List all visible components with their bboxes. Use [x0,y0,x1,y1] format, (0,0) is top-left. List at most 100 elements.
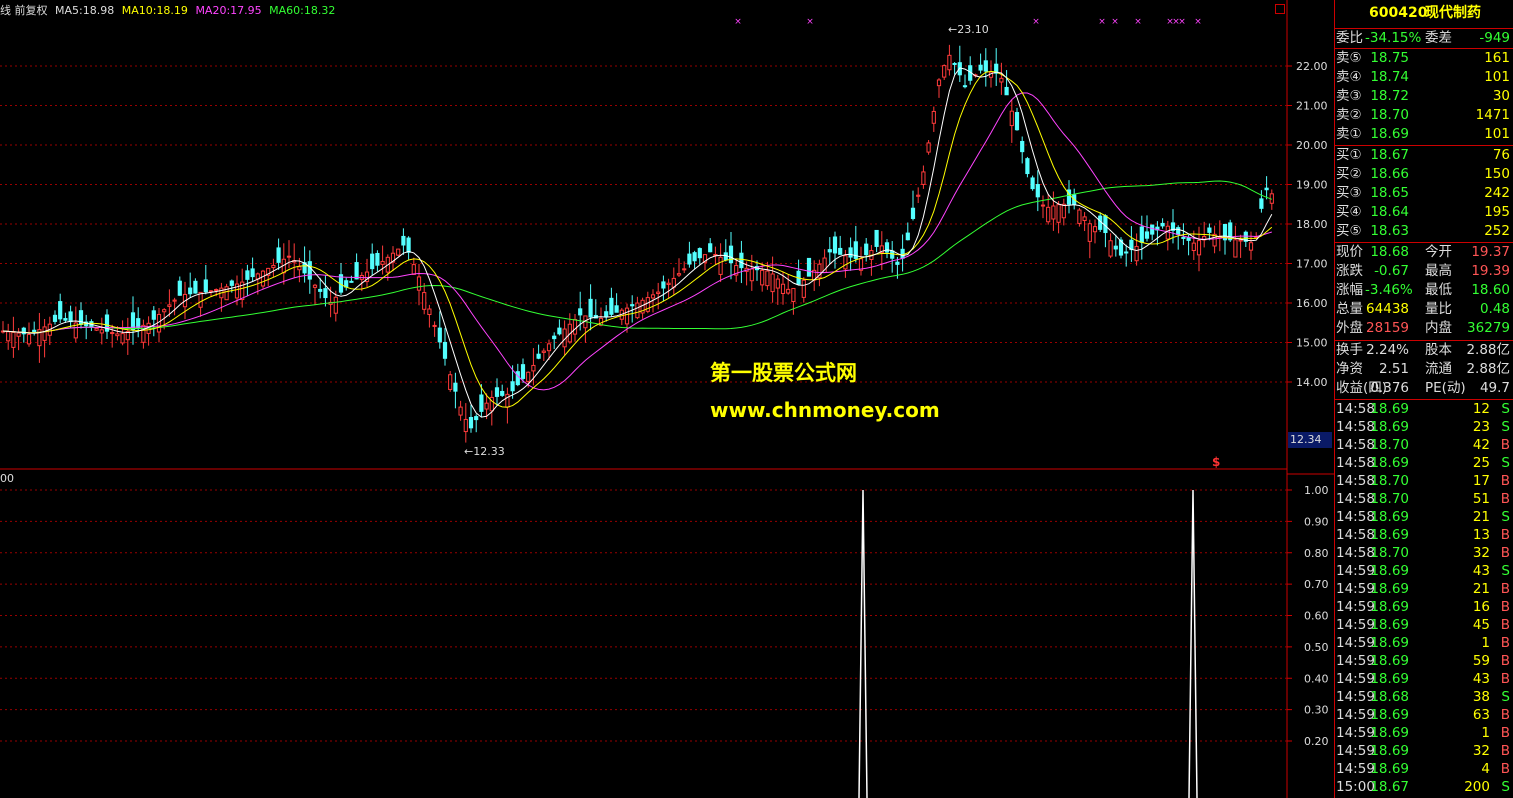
candle-down [406,237,411,253]
stat-label: 最高 [1425,263,1452,279]
candle-down [479,394,484,412]
candle-up [1108,240,1113,257]
candle-down [318,288,323,292]
signal-x-marker: × [1178,17,1186,27]
stats-row: 涨幅 -3.46% 最低 18.60 [1335,281,1513,300]
candle-down [375,252,380,266]
signal-x-marker: × [806,17,814,27]
bids-price: 18.67 [1370,147,1409,163]
tick-volume: 21 [1472,509,1490,525]
candle-down [58,301,63,320]
tick-row: 14:59 18.69 32 B [1335,742,1513,760]
candle-down [604,311,609,317]
asks-label: 卖② [1336,107,1362,123]
tick-volume: 1 [1481,635,1490,651]
stock-name: 现代制药 [1425,5,1481,21]
candle-down [905,232,910,241]
candle-up [411,264,416,275]
candle-up [214,289,219,292]
bids-label: 买④ [1336,204,1362,220]
weibi-value: -34.15% [1365,30,1422,46]
tick-side: B [1500,581,1510,597]
maximize-icon[interactable] [1275,4,1285,14]
tick-price: 18.69 [1370,455,1409,471]
tick-row: 14:58 18.69 25 S [1335,454,1513,472]
tick-price: 18.69 [1370,527,1409,543]
tick-side: S [1501,779,1510,795]
indicator-tick-label: 0.20 [1304,735,1329,748]
indicator-tick-label: 0.80 [1304,547,1329,560]
candle-up [172,299,177,302]
candle-down [962,85,968,88]
asks-volume: 161 [1484,50,1510,66]
candle-up [110,332,115,335]
tick-volume: 43 [1472,671,1490,687]
weibi-row: 委比 -34.15% 委差 -949 [1335,29,1513,48]
tick-side: S [1501,509,1510,525]
candle-down [557,327,562,335]
candle-down [510,381,515,392]
candle-down [588,298,593,318]
kline-chart-svg[interactable]: 22.00 21.00 20.00 19.00 18.00 17.00 16.00 15.00… [0,0,1334,798]
asks-price: 18.74 [1370,69,1409,85]
watermark-url: www.chnmoney.com [710,398,940,422]
tick-volume: 63 [1472,707,1490,723]
candle-down [401,235,406,246]
candle-up [947,54,952,71]
candle-down [630,304,635,307]
candle-up [120,333,125,344]
indicator-tick-label: 0.60 [1304,610,1329,623]
weicha-label: 委差 [1425,30,1452,46]
candle-down [188,287,193,295]
bids-volume: 195 [1484,204,1510,220]
tick-row: 14:59 18.69 21 B [1335,580,1513,598]
last-price-tag: 12.34 [1288,432,1332,448]
indicator-spike [1188,489,1198,798]
kline-chart-area[interactable]: 22.00 21.00 20.00 19.00 18.00 17.00 16.00 15.00… [0,0,1334,798]
asks-row: 卖③ 18.72 30 [1335,87,1513,106]
price-tick-label: 16.00 [1296,297,1328,310]
candle-up [396,248,401,256]
candle-down [370,253,375,270]
candle-up [427,308,432,316]
candle-up [1248,242,1254,251]
candle-up [380,260,385,265]
tick-price: 18.70 [1370,491,1409,507]
candle-up [999,77,1004,83]
candle-up [801,279,806,298]
candle-down [52,314,58,322]
indicator-tick-label: 1.00 [1304,484,1329,497]
tick-price: 18.68 [1370,689,1409,705]
candle-down [203,279,208,293]
asks-price: 18.70 [1370,107,1409,123]
asks-price: 18.75 [1370,50,1409,66]
legend-ma5: MA5:18.98 [55,4,115,17]
candle-down [474,416,479,421]
price-tick-label: 18.00 [1296,218,1328,231]
candle-down [827,249,832,253]
candle-up [42,326,47,341]
candle-down [1113,245,1118,250]
candle-up [1051,205,1056,220]
candle-up [656,291,661,295]
candle-down [177,280,182,296]
candle-down [32,329,37,333]
bids-row: 买④ 18.64 195 [1335,203,1513,222]
candle-up [760,269,765,286]
candle-down [983,60,988,72]
price-tick-label: 19.00 [1296,179,1328,192]
candle-down [536,353,541,359]
candle-up [635,302,640,319]
tick-side: S [1501,455,1510,471]
asks-row: 卖② 18.70 1471 [1335,106,1513,125]
candle-down [609,297,614,315]
fundamental-row: 换手 2.24% 股本 2.88亿 [1335,341,1513,360]
candle-down [1181,236,1186,239]
tick-row: 14:58 18.69 23 S [1335,418,1513,436]
candle-down [687,253,692,265]
stock-header[interactable]: 600420 现代制药 [1335,4,1513,26]
tick-price: 18.69 [1370,509,1409,525]
candle-up [1061,203,1066,219]
tick-volume: 23 [1472,419,1490,435]
tick-volume: 38 [1472,689,1490,705]
